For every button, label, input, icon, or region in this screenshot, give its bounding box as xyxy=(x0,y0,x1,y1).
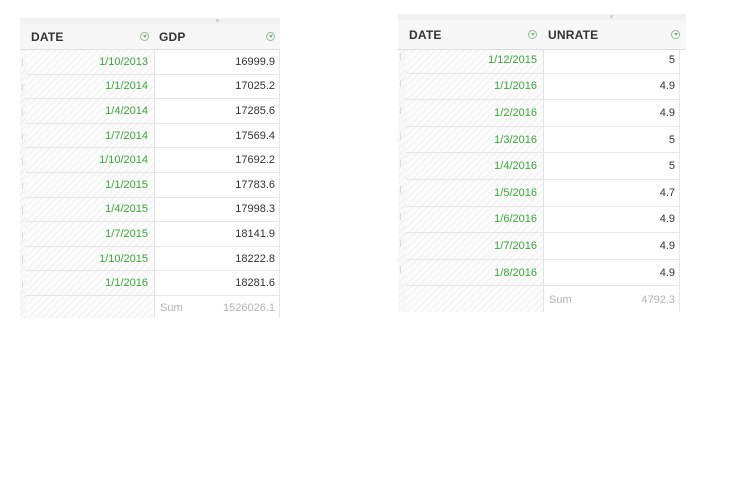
date-cell[interactable]: 1/5/2016 xyxy=(406,180,543,207)
row-handle-icon[interactable] xyxy=(400,79,401,87)
unrate-table: DATE UNRATE 1/12/2015 1/1/2016 1/2/2016 1/3… xyxy=(398,14,686,312)
value-cell[interactable]: 18141.9 xyxy=(155,222,279,247)
column-header-date[interactable]: DATE xyxy=(20,24,155,50)
row-handle-icon[interactable] xyxy=(22,133,23,141)
value-cell[interactable]: 17998.3 xyxy=(155,198,279,223)
resize-handle-icon[interactable] xyxy=(610,15,613,18)
row-handle-icon[interactable] xyxy=(22,83,23,91)
date-cell[interactable]: 1/1/2015 xyxy=(26,173,154,198)
date-cell[interactable]: 1/10/2013 xyxy=(26,50,154,75)
value-cell[interactable]: 4.9 xyxy=(544,74,679,101)
date-cell[interactable]: 1/8/2016 xyxy=(406,260,543,287)
column-header-label: DATE xyxy=(409,27,442,42)
value-cell[interactable]: 17569.4 xyxy=(155,124,279,149)
row-handle-icon[interactable] xyxy=(400,106,401,114)
row-handle-icon[interactable] xyxy=(22,206,23,214)
column-header-label: GDP xyxy=(159,29,186,44)
row-handle-icon[interactable] xyxy=(400,133,401,141)
value-cell[interactable]: 5 xyxy=(544,47,679,74)
value-cell[interactable]: 18222.8 xyxy=(155,247,279,272)
filter-dropdown-icon[interactable] xyxy=(671,29,680,39)
sum-value: 4792.3 xyxy=(641,293,675,306)
date-cell[interactable]: 1/10/2015 xyxy=(26,247,154,272)
value-cell[interactable]: 5 xyxy=(544,127,679,154)
row-handle-icon[interactable] xyxy=(22,256,23,264)
sum-value: 1526026.1 xyxy=(223,302,275,315)
row-handle-icon[interactable] xyxy=(22,231,23,239)
filter-dropdown-icon[interactable] xyxy=(266,31,275,41)
column-header-date[interactable]: DATE xyxy=(398,20,544,50)
filter-dropdown-icon[interactable] xyxy=(140,31,149,41)
value-cell[interactable]: 4.9 xyxy=(544,207,679,234)
row-handle-icon[interactable] xyxy=(400,239,401,247)
sum-label: Sum xyxy=(549,293,572,306)
value-cell[interactable]: 17285.6 xyxy=(155,99,279,124)
date-cell[interactable]: 1/12/2015 xyxy=(406,47,543,74)
value-cell[interactable]: 17692.2 xyxy=(155,148,279,173)
value-cell[interactable]: 17783.6 xyxy=(155,173,279,198)
row-handle-icon[interactable] xyxy=(22,182,23,190)
value-cell[interactable]: 18281.6 xyxy=(155,271,279,296)
date-cell[interactable]: 1/3/2016 xyxy=(406,127,543,154)
value-cell[interactable]: 4.9 xyxy=(544,260,679,287)
date-cell[interactable]: 1/7/2015 xyxy=(26,222,154,247)
date-cell[interactable]: 1/10/2014 xyxy=(26,148,154,173)
date-cell[interactable]: 1/2/2016 xyxy=(406,100,543,127)
column-header-label: UNRATE xyxy=(548,27,599,42)
date-cell[interactable]: 1/4/2016 xyxy=(406,153,543,180)
resize-handle-icon[interactable] xyxy=(216,19,219,22)
row-handle-icon[interactable] xyxy=(400,266,401,274)
date-cell[interactable]: 1/1/2016 xyxy=(406,74,543,101)
value-cell[interactable]: 17025.2 xyxy=(155,75,279,100)
value-cell[interactable]: 4.9 xyxy=(544,233,679,260)
gdp-table: DATE GDP 1/10/2013 1/1/2014 1/4/2014 1/7/20… xyxy=(20,18,280,318)
value-cell[interactable]: 16999.9 xyxy=(155,50,279,75)
unrate-column: 5 4.9 4.9 5 5 4.7 4.9 4.9 4.9 Sum 4792.3 xyxy=(544,50,680,312)
sum-row: Sum 4792.3 xyxy=(544,286,679,313)
value-cell[interactable]: 5 xyxy=(544,153,679,180)
date-column: 1/12/2015 1/1/2016 1/2/2016 1/3/2016 1/4/201… xyxy=(406,50,544,312)
column-header-label: DATE xyxy=(31,29,64,44)
row-handle-icon[interactable] xyxy=(22,280,23,288)
value-cell[interactable]: 4.9 xyxy=(544,100,679,127)
row-handle-icon[interactable] xyxy=(22,157,23,165)
date-column: 1/10/2013 1/1/2014 1/4/2014 1/7/2014 1/10/20… xyxy=(26,50,155,318)
row-handle-icon[interactable] xyxy=(400,53,401,61)
date-cell[interactable]: 1/7/2014 xyxy=(26,124,154,149)
sum-label: Sum xyxy=(160,302,183,315)
date-cell[interactable]: 1/4/2015 xyxy=(26,198,154,223)
row-handle-icon[interactable] xyxy=(22,108,23,116)
row-handle-icon[interactable] xyxy=(400,212,401,220)
row-handle-icon[interactable] xyxy=(400,186,401,194)
column-header-unrate[interactable]: UNRATE xyxy=(543,20,686,50)
date-cell[interactable]: 1/6/2016 xyxy=(406,207,543,234)
date-cell[interactable]: 1/7/2016 xyxy=(406,233,543,260)
row-handle-icon[interactable] xyxy=(22,59,23,67)
date-cell[interactable]: 1/1/2014 xyxy=(26,75,154,100)
date-cell[interactable]: 1/1/2016 xyxy=(26,271,154,296)
row-handle-icon[interactable] xyxy=(400,159,401,167)
value-cell[interactable]: 4.7 xyxy=(544,180,679,207)
date-cell[interactable]: 1/4/2014 xyxy=(26,99,154,124)
column-header-gdp[interactable]: GDP xyxy=(154,24,280,50)
gdp-column: 16999.9 17025.2 17285.6 17569.4 17692.2 17783… xyxy=(155,50,280,318)
filter-dropdown-icon[interactable] xyxy=(528,29,537,39)
sum-row: Sum 1526026.1 xyxy=(155,296,279,321)
